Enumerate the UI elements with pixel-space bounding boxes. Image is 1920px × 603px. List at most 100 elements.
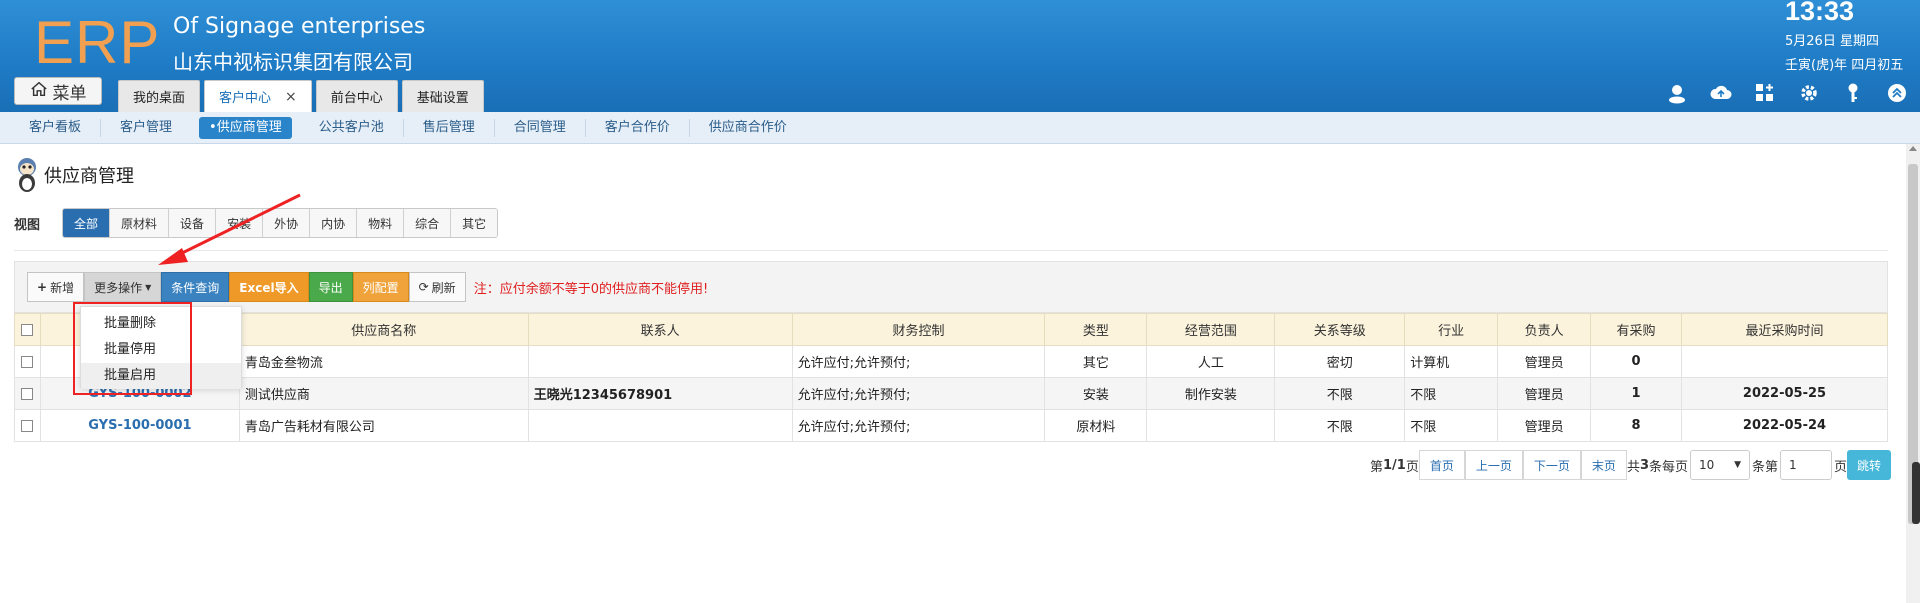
subnav-customer-board[interactable]: 客户看板 bbox=[10, 118, 102, 137]
supplier-last-purchase bbox=[1681, 345, 1888, 378]
supplier-code-link[interactable]: GYS-100-0001 bbox=[39, 409, 240, 442]
select-all-checkbox[interactable] bbox=[21, 323, 34, 336]
subnav-public-customer-pool[interactable]: 公共客户池 bbox=[300, 118, 404, 137]
header-scope[interactable]: 经营范围 bbox=[1146, 313, 1276, 346]
view-comprehensive[interactable]: 综合 bbox=[404, 209, 452, 237]
subnav-customer-price[interactable]: 客户合作价 bbox=[586, 118, 690, 137]
supplier-owner: 管理员 bbox=[1497, 377, 1592, 410]
supplier-owner: 管理员 bbox=[1497, 345, 1592, 378]
row-checkbox[interactable] bbox=[21, 387, 34, 400]
table-row[interactable]: GYS-100-0003 青岛金叁物流 允许应付;允许预付; 其它 人工 密切 … bbox=[14, 345, 1888, 378]
header-name[interactable]: 供应商名称 bbox=[238, 313, 529, 346]
go-suffix: 页 bbox=[1834, 459, 1848, 475]
page-size-value: 10 bbox=[1699, 458, 1715, 472]
header-owner[interactable]: 负责人 bbox=[1497, 313, 1592, 346]
table-row[interactable]: GYS-100-0002 测试供应商 王晓光12345678901 允许应付;允… bbox=[14, 377, 1888, 410]
subnav-supplier-price[interactable]: 供应商合作价 bbox=[690, 119, 806, 137]
header-industry[interactable]: 行业 bbox=[1404, 313, 1499, 346]
menu-item-batch-enable[interactable]: 批量启用 bbox=[81, 363, 241, 389]
more-actions-label: 更多操作 bbox=[94, 280, 143, 295]
collapse-icon[interactable] bbox=[1886, 82, 1908, 104]
tab-basic-settings[interactable]: 基础设置 bbox=[401, 80, 484, 112]
first-page-button[interactable]: 首页 bbox=[1418, 450, 1465, 480]
vertical-scrollbar[interactable] bbox=[1906, 144, 1920, 603]
view-internal[interactable]: 内协 bbox=[310, 209, 358, 237]
supplier-scope bbox=[1146, 409, 1276, 442]
table-row[interactable]: GYS-100-0001 青岛广告耗材有限公司 允许应付;允许预付; 原材料 不… bbox=[14, 409, 1888, 442]
supplier-finance: 允许应付;允许预付; bbox=[791, 409, 1046, 442]
gear-icon[interactable] bbox=[1798, 82, 1820, 104]
last-page-button[interactable]: 末页 bbox=[1580, 450, 1627, 480]
plus-icon: + bbox=[37, 280, 48, 294]
excel-import-button[interactable]: Excel导入 bbox=[229, 272, 309, 302]
company-name-cn: 山东中视标识集团有限公司 bbox=[173, 50, 413, 74]
subnav-customer-management[interactable]: 客户管理 bbox=[101, 119, 191, 137]
subnav-contracts[interactable]: 合同管理 bbox=[495, 118, 586, 137]
scroll-up-icon[interactable] bbox=[1909, 146, 1917, 151]
toolbar-panel: + 新增 更多操作 ▼ 条件查询 Excel导入 导出 列配置 ⟳ 刷新 注：应… bbox=[14, 261, 1888, 313]
tab-label: 我的桌面 bbox=[133, 91, 186, 106]
apps-icon[interactable] bbox=[1754, 82, 1776, 104]
view-raw-material[interactable]: 原材料 bbox=[110, 209, 170, 237]
tab-my-desktop[interactable]: 我的桌面 bbox=[118, 80, 201, 112]
prev-page-button[interactable]: 上一页 bbox=[1464, 450, 1523, 480]
header-contact[interactable]: 联系人 bbox=[527, 313, 793, 346]
top-tabs: 我的桌面 客户中心 × 前台中心 基础设置 bbox=[118, 80, 484, 112]
tab-customer-center[interactable]: 客户中心 × bbox=[204, 80, 312, 112]
home-icon bbox=[30, 80, 48, 103]
mascot-icon bbox=[14, 155, 40, 195]
row-checkbox[interactable] bbox=[21, 419, 34, 432]
view-all[interactable]: 全部 bbox=[63, 209, 111, 237]
tab-label: 客户中心 bbox=[219, 91, 272, 106]
view-installation[interactable]: 安装 bbox=[216, 209, 264, 237]
more-actions-menu: 批量删除 批量停用 批量启用 bbox=[80, 306, 242, 389]
close-icon[interactable]: × bbox=[285, 89, 297, 105]
header-type[interactable]: 类型 bbox=[1044, 313, 1148, 346]
row-checkbox[interactable] bbox=[21, 355, 34, 368]
toolbar: + 新增 更多操作 ▼ 条件查询 Excel导入 导出 列配置 ⟳ 刷新 注：应… bbox=[27, 272, 708, 302]
page-indicator: 1/1 bbox=[1383, 457, 1406, 473]
header-level[interactable]: 关系等级 bbox=[1274, 313, 1406, 346]
view-materials[interactable]: 物料 bbox=[357, 209, 405, 237]
page-suffix: 页 bbox=[1405, 459, 1419, 475]
supplier-last-purchase: 2022-05-25 bbox=[1681, 377, 1888, 410]
menu-button[interactable]: 菜单 bbox=[14, 77, 102, 105]
menu-item-batch-disable[interactable]: 批量停用 bbox=[81, 337, 241, 363]
condition-query-button[interactable]: 条件查询 bbox=[161, 272, 230, 302]
chevron-down-icon: ▼ bbox=[1734, 460, 1742, 470]
refresh-button[interactable]: ⟳ 刷新 bbox=[408, 272, 466, 302]
page-number-input[interactable]: 1 bbox=[1780, 450, 1833, 480]
go-page-button[interactable]: 跳转 bbox=[1847, 450, 1892, 480]
next-page-button[interactable]: 下一页 bbox=[1522, 450, 1581, 480]
toolbar-note: 注：应付余额不等于0的供应商不能停用! bbox=[473, 281, 709, 297]
tab-label: 基础设置 bbox=[416, 91, 469, 106]
pagination: 第 1/1 页 首页 上一页 下一页 末页 共 3 条每页 10 ▼ 条第 1 … bbox=[1370, 450, 1892, 480]
subnav-supplier-management[interactable]: •供应商管理 bbox=[199, 116, 292, 139]
user-icon[interactable] bbox=[1666, 82, 1688, 104]
subnav-after-sales[interactable]: 售后管理 bbox=[404, 118, 495, 137]
tab-label: 前台中心 bbox=[330, 91, 383, 106]
side-panel-handle[interactable] bbox=[1912, 462, 1920, 524]
header-last-purchase[interactable]: 最近采购时间 bbox=[1681, 313, 1888, 346]
supplier-purchase-count: 1 bbox=[1590, 377, 1683, 410]
table-header-row: 供应商名称 联系人 财务控制 类型 经营范围 关系等级 行业 负责人 有采购 最… bbox=[14, 313, 1888, 346]
column-config-button[interactable]: 列配置 bbox=[352, 272, 409, 302]
menu-item-batch-delete[interactable]: 批量删除 bbox=[81, 311, 241, 337]
more-actions-button[interactable]: 更多操作 ▼ bbox=[84, 272, 162, 302]
view-outsourcing[interactable]: 外协 bbox=[263, 209, 311, 237]
go-prefix: 条第 bbox=[1752, 459, 1779, 475]
add-button[interactable]: + 新增 bbox=[27, 272, 85, 302]
clock-time: 13:33 bbox=[1785, 0, 1855, 26]
view-other[interactable]: 其它 bbox=[451, 209, 498, 237]
row-select-cell bbox=[14, 377, 41, 410]
header-purchase[interactable]: 有采购 bbox=[1590, 313, 1683, 346]
page-size-select[interactable]: 10 ▼ bbox=[1690, 450, 1751, 480]
cloud-icon[interactable] bbox=[1710, 82, 1732, 104]
key-icon[interactable] bbox=[1842, 82, 1864, 104]
supplier-scope: 制作安装 bbox=[1146, 377, 1276, 410]
view-equipment[interactable]: 设备 bbox=[169, 209, 217, 237]
export-button[interactable]: 导出 bbox=[308, 272, 353, 302]
header-finance[interactable]: 财务控制 bbox=[791, 313, 1046, 346]
tab-front-center[interactable]: 前台中心 bbox=[315, 80, 398, 112]
row-select-cell bbox=[14, 409, 41, 442]
